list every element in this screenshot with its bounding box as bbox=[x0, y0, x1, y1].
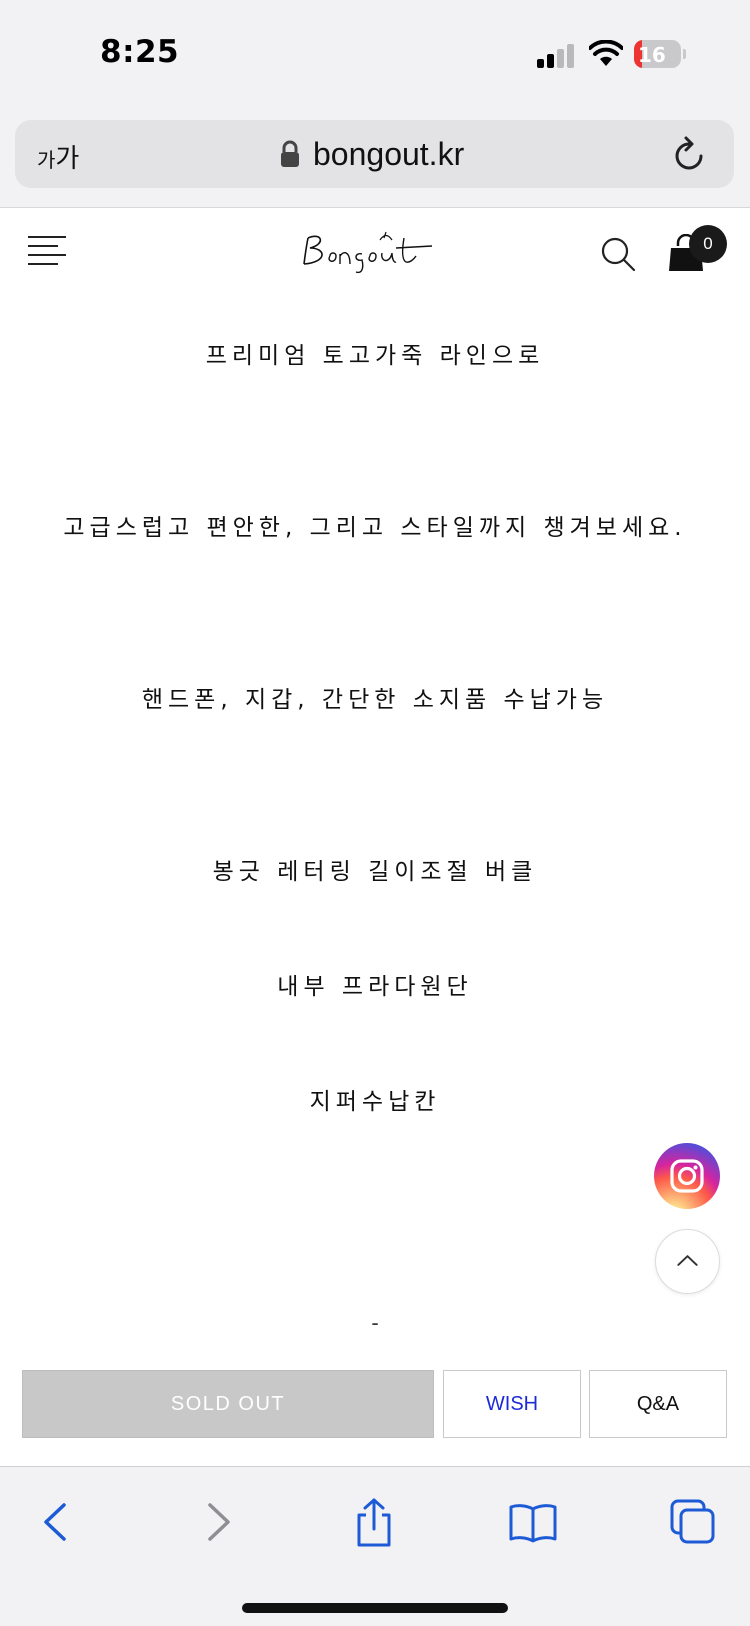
description-dash: - bbox=[371, 1310, 379, 1335]
lock-icon bbox=[281, 140, 299, 167]
scroll-top-button[interactable] bbox=[655, 1229, 720, 1294]
battery-charging-icon: 16 bbox=[634, 40, 686, 68]
instagram-button[interactable] bbox=[654, 1143, 720, 1209]
address-bar[interactable]: 가가 bongout.kr bbox=[15, 120, 734, 188]
wifi-icon bbox=[589, 40, 623, 66]
url-text: bongout.kr bbox=[313, 135, 465, 172]
home-indicator bbox=[242, 1603, 508, 1613]
sold-out-button[interactable]: SOLD OUT bbox=[22, 1370, 434, 1438]
description-line: 핸드폰, 지갑, 간단한 소지품 수납가능 bbox=[141, 687, 609, 713]
signal-icon bbox=[537, 42, 575, 68]
share-icon[interactable] bbox=[349, 1497, 399, 1547]
description-line: 프리미엄 토고가죽 라인으로 bbox=[205, 343, 545, 369]
search-icon[interactable] bbox=[600, 236, 636, 272]
qa-button[interactable]: Q&A bbox=[589, 1370, 727, 1438]
wish-button[interactable]: WISH bbox=[443, 1370, 581, 1438]
back-icon[interactable] bbox=[32, 1497, 82, 1547]
description-line: 지퍼수납칸 bbox=[309, 1089, 441, 1115]
tabs-icon[interactable] bbox=[668, 1497, 718, 1547]
text-size-button[interactable]: 가가 bbox=[37, 138, 79, 175]
chevron-up-icon bbox=[677, 1255, 698, 1266]
bookmarks-icon[interactable] bbox=[508, 1497, 558, 1547]
site-logo[interactable] bbox=[300, 226, 450, 276]
text-size-large-label: 가 bbox=[55, 144, 80, 174]
cart-count-badge[interactable]: 0 bbox=[689, 225, 727, 263]
url-display[interactable]: bongout.kr bbox=[280, 134, 464, 174]
browser-toolbar bbox=[0, 1466, 750, 1626]
description-line: 내부 프라다원단 bbox=[277, 974, 473, 1000]
description-line: 봉긋 레터링 길이조절 버클 bbox=[212, 859, 538, 885]
site-header: 0 bbox=[0, 207, 750, 295]
browser-chrome: 8:25 16 가가 bongout.kr bbox=[0, 0, 750, 207]
text-size-small-label: 가 bbox=[37, 148, 56, 172]
reload-icon[interactable] bbox=[671, 134, 707, 174]
menu-icon[interactable] bbox=[28, 234, 68, 268]
description-line: 고급스럽고 편안한, 그리고 스타일까지 챙겨보세요. bbox=[63, 515, 687, 541]
status-time: 8:25 bbox=[100, 34, 180, 70]
instagram-icon bbox=[670, 1159, 704, 1193]
battery-level: 16 bbox=[638, 43, 666, 67]
forward-icon[interactable] bbox=[192, 1497, 242, 1547]
